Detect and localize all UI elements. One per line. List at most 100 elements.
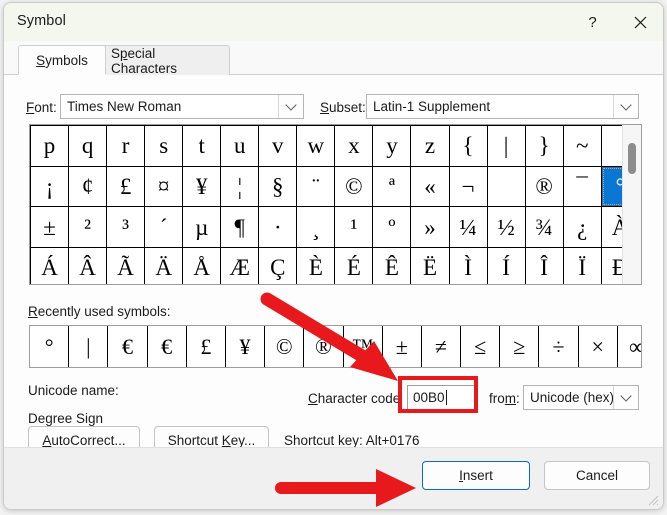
recent-symbol-cell[interactable]: £ [185,326,226,367]
symbol-cell[interactable]: Ä [144,247,184,284]
recent-symbol-cell[interactable]: ≥ [499,326,540,367]
symbol-cell[interactable]: © [334,165,374,208]
unicode-name-value: Degree Sign [28,411,104,426]
symbol-cell[interactable]: » [410,206,450,249]
symbol-grid-row: p q r s t u v w x y z{|} ~ [30,125,640,167]
symbol-cell[interactable]: ¹ [334,206,374,249]
cancel-button[interactable]: Cancel [544,461,650,490]
recent-symbol-cell[interactable]: ≤ [460,326,501,367]
symbol-cell[interactable]: · [258,206,298,249]
subset-dropdown-arrow[interactable] [613,95,638,118]
symbol-cell[interactable]: ª [372,165,412,208]
recent-symbol-cell[interactable]: € [146,326,187,367]
symbol-cell[interactable]: Â [68,247,108,284]
symbol-cell[interactable]: y [372,125,412,167]
symbol-cell[interactable]: º [372,206,412,249]
symbol-cell[interactable]: Æ [220,247,260,284]
character-code-input[interactable]: 00B0 [407,385,475,410]
symbol-cell[interactable]: Ç [258,247,298,284]
symbol-cell[interactable]: Å [182,247,222,284]
recent-symbol-cell[interactable]: ™ [342,326,383,367]
symbol-grid[interactable]: pqrstuvwxyz{|}~¡¢£¤¥¦§¨©ª«¬­®¯°±²³´µ¶·¸¹… [29,124,642,285]
symbol-cell[interactable]: Á [30,247,70,284]
symbol-cell[interactable]: w [296,125,336,167]
symbol-cell[interactable]: ¡ [30,165,70,208]
symbol-cell[interactable]: « [410,165,450,208]
recent-symbol-cell[interactable]: × [577,326,618,367]
symbol-cell[interactable]: Ì [448,247,488,284]
font-combobox[interactable]: Times New Roman [60,94,304,119]
symbol-dialog: Symbol ? Symbols Special Characters Font… [3,2,664,510]
symbol-cell[interactable]: ¾ [524,206,564,249]
recent-symbols-grid[interactable]: °|€€£¥©®™±≠≤≥÷×∞ [29,325,642,368]
symbol-cell[interactable]: t [182,125,222,167]
symbol-cell[interactable]: £ [106,165,146,208]
symbol-cell[interactable]: } [524,125,564,167]
symbol-cell[interactable]: ¸ [296,206,336,249]
subset-label: Subset: [320,100,366,115]
recent-symbol-cell[interactable]: ≠ [420,326,462,367]
tab-special-characters[interactable]: Special Characters [98,45,230,76]
insert-button[interactable]: Insert [422,461,530,490]
symbol-cell[interactable]: ¬ [448,165,488,208]
from-dropdown-arrow[interactable] [613,386,638,409]
symbol-cell[interactable]: ¥ [182,165,222,208]
recent-symbols-table: °|€€£¥©®™±≠≤≥÷×∞ [30,326,641,367]
symbol-cell[interactable]: u [220,125,260,167]
symbol-cell[interactable]: ~ [562,125,602,167]
symbol-cell[interactable]: | [486,125,526,167]
symbol-grid-scrollbar[interactable] [622,125,641,284]
recent-symbol-cell[interactable]: ± [381,326,422,367]
symbol-cell[interactable]: Ë [410,247,450,284]
recent-symbol-cell[interactable]: ∞ [616,326,641,367]
from-combobox[interactable]: Unicode (hex) [523,385,639,410]
scrollbar-thumb[interactable] [628,143,636,174]
symbol-cell[interactable]: v [258,125,298,167]
symbol-cell[interactable]: p [30,125,70,167]
symbol-cell[interactable]: ½ [486,206,526,249]
symbol-cell[interactable]: s [144,125,184,167]
symbol-cell[interactable]: { [448,125,488,167]
close-button[interactable] [618,3,663,41]
symbol-cell[interactable]: Ï [562,247,602,284]
symbol-cell[interactable]: Ê [372,247,412,284]
font-dropdown-arrow[interactable] [278,95,303,118]
tab-symbols[interactable]: Symbols [18,45,106,75]
recent-symbol-cell[interactable]: | [68,326,109,367]
symbol-cell[interactable]: É [334,247,374,284]
recent-symbol-cell[interactable]: € [107,326,148,367]
symbol-cell[interactable]: ­ [486,165,526,208]
symbol-cell[interactable]: ± [30,206,70,249]
symbol-cell[interactable]: ® [524,165,564,208]
symbol-cell[interactable]: ¶ [220,206,260,249]
symbol-cell[interactable]: ¯ [562,165,602,208]
symbol-cell[interactable]: ¢ [68,165,108,208]
symbol-cell[interactable]: ¤ [144,165,184,208]
symbol-cell[interactable]: q [68,125,108,167]
symbol-cell[interactable]: z [410,125,450,167]
symbol-cell[interactable]: r [106,125,146,167]
symbol-cell[interactable]: x [334,125,374,167]
symbol-cell[interactable]: Î [524,247,564,284]
subset-combobox[interactable]: Latin-1 Supplement [366,94,639,119]
recent-symbol-cell[interactable]: © [264,326,305,367]
recent-symbol-cell[interactable]: ÷ [538,326,579,367]
symbol-cell[interactable]: ³ [106,206,146,249]
symbol-cell[interactable]: ¨ [296,165,336,208]
recent-symbol-cell[interactable]: ® [303,326,344,367]
help-button[interactable]: ? [570,3,615,41]
symbol-cell[interactable]: Í [486,247,526,284]
symbol-cell[interactable]: § [258,165,298,208]
recent-symbol-cell[interactable]: ¥ [224,326,266,367]
symbol-cell[interactable]: È [296,247,336,284]
symbol-cell[interactable]: µ [182,206,222,249]
character-code-value: 00B0 [413,390,445,405]
resize-grip-icon[interactable] [647,494,659,506]
symbol-cell[interactable]: ² [68,206,108,249]
recent-symbol-cell[interactable]: ° [30,326,70,367]
symbol-cell[interactable]: ¼ [448,206,488,249]
symbol-cell[interactable]: ´ [144,206,184,249]
symbol-cell[interactable]: Ã [106,247,146,284]
symbol-cell[interactable]: ¿ [562,206,602,249]
symbol-cell[interactable]: ¦ [220,165,260,208]
